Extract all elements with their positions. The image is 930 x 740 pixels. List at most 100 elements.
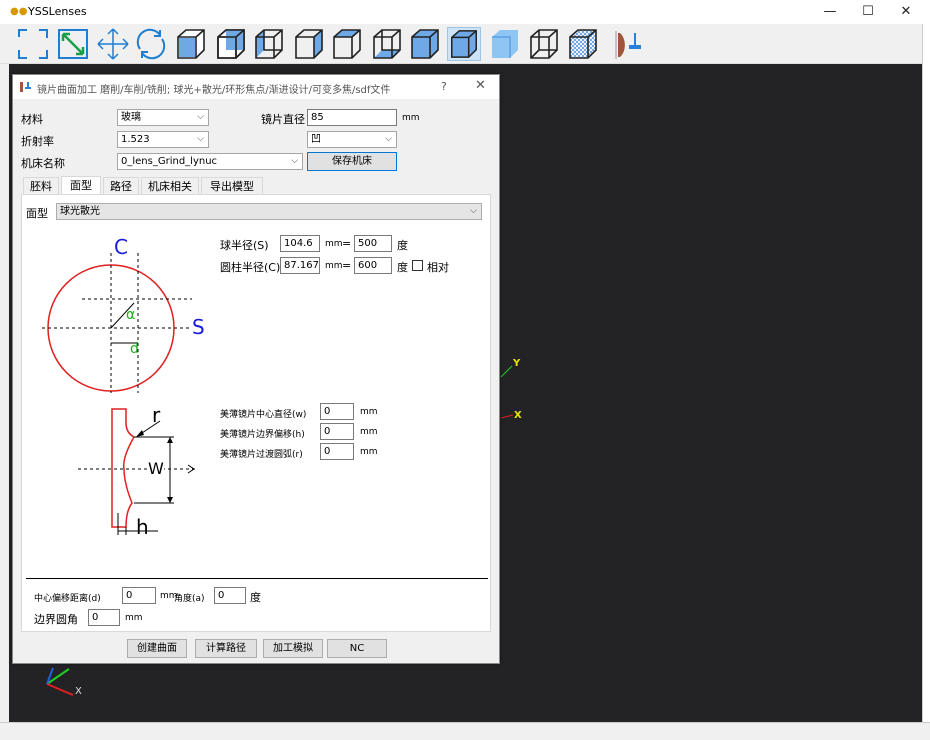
refractive-label: 折射率: [21, 135, 54, 148]
rotate-icon[interactable]: [134, 27, 168, 61]
surface-select[interactable]: 球光散光 ⌵: [56, 203, 482, 220]
thin-fillet-input[interactable]: 0: [320, 443, 354, 460]
edge-fillet-input[interactable]: 0: [88, 609, 120, 626]
tab-export[interactable]: 导出模型: [201, 177, 263, 195]
close-button[interactable]: ✕: [886, 2, 926, 22]
surface-label: 面型: [26, 207, 48, 220]
chevron-down-icon: ⌵: [197, 134, 204, 144]
zoom-fit-icon[interactable]: [56, 27, 90, 61]
thin-center-label: 美薄镜片中心直径(w): [220, 410, 307, 420]
diagram-w-label: W: [148, 459, 164, 478]
shaded-button[interactable]: [447, 27, 481, 61]
create-surface-button[interactable]: 创建曲面: [127, 639, 187, 658]
sphere-degree-input[interactable]: 500: [354, 235, 392, 252]
lens-tool-icon[interactable]: [612, 27, 646, 61]
nc-button[interactable]: NC: [327, 639, 387, 658]
center-offset-input[interactable]: 0: [122, 587, 156, 604]
tab-surface[interactable]: 面型: [61, 176, 101, 196]
sphere-unit: mm: [325, 239, 343, 249]
thin-offset-input[interactable]: 0: [320, 423, 354, 440]
machine-select[interactable]: 0_lens_Grind_lynuc ⌵: [117, 153, 303, 170]
cyl-eq: =: [342, 259, 352, 272]
sphere-degree-unit: 度: [397, 239, 408, 252]
shaded-icon: [451, 30, 477, 58]
tab-machine[interactable]: 机床相关: [141, 177, 199, 195]
material-label: 材料: [21, 113, 43, 126]
machine-label: 机床名称: [21, 157, 65, 170]
thin-center-input[interactable]: 0: [320, 403, 354, 420]
dialog-close-button[interactable]: ✕: [475, 78, 486, 93]
angle-label: 角度(a): [174, 594, 205, 604]
sphere-eq: =: [342, 237, 352, 250]
shape-select[interactable]: 凹 ⌵: [307, 131, 397, 148]
lens-diameter-label: 镜片直径: [261, 113, 305, 126]
minimize-button[interactable]: —: [810, 2, 850, 22]
select-box-icon[interactable]: [16, 27, 50, 61]
save-machine-button[interactable]: 保存机床: [307, 152, 397, 171]
chevron-down-icon: ⌵: [197, 112, 204, 122]
help-button[interactable]: ?: [441, 80, 447, 93]
tab-blank[interactable]: 胚料: [23, 177, 59, 195]
thin-center-unit: mm: [360, 407, 378, 417]
diagram-r-label: r: [152, 403, 161, 427]
dialog-titlebar: 镜片曲面加工 磨削/车削/铣削; 球光+散光/环形焦点/渐进设计/可变多焦/sd…: [13, 75, 499, 99]
refractive-select[interactable]: 1.523 ⌵: [117, 131, 209, 148]
view-top-icon[interactable]: [330, 27, 364, 61]
chevron-down-icon: ⌵: [385, 134, 392, 144]
cyl-unit: mm: [325, 261, 343, 271]
surface-panel: 面型 球光散光 ⌵ C S α d 球半径(S) 104.6 mm = 500 度…: [21, 194, 491, 632]
thin-fillet-label: 美薄镜片过渡圆弧(r): [220, 450, 303, 460]
thin-offset-unit: mm: [360, 427, 378, 437]
tab-path[interactable]: 路径: [103, 177, 139, 195]
divider: [26, 578, 488, 579]
surface-value: 球光散光: [60, 206, 100, 217]
thin-fillet-unit: mm: [360, 447, 378, 457]
lens-diameter-unit: mm: [402, 113, 420, 123]
wireframe-icon[interactable]: [527, 27, 561, 61]
material-select[interactable]: 玻璃 ⌵: [117, 109, 209, 126]
lens-tool-icon: [20, 82, 31, 92]
view-back-icon[interactable]: [214, 27, 248, 61]
app-title: YSSLenses: [28, 5, 87, 18]
axis-x-label: X: [514, 410, 522, 421]
refractive-value: 1.523: [121, 134, 150, 145]
material-value: 玻璃: [121, 112, 141, 123]
center-offset-label: 中心偏移距离(d): [34, 594, 101, 604]
angle-unit: 度: [250, 591, 261, 604]
shape-value: 凹: [311, 134, 321, 145]
right-panel-edge: [922, 24, 930, 724]
shaded-edges-icon[interactable]: [488, 27, 522, 61]
edge-fillet-label: 边界圆角: [34, 613, 78, 626]
compute-path-button[interactable]: 计算路径: [195, 639, 257, 658]
axis-y-label: Y: [513, 358, 521, 369]
diagram-h-label: h: [136, 515, 149, 539]
lens-surface-dialog: 镜片曲面加工 磨削/车削/铣削; 球光+散光/环形焦点/渐进设计/可变多焦/sd…: [12, 74, 500, 664]
simulate-button[interactable]: 加工模拟: [263, 639, 323, 658]
edge-fillet-unit: mm: [125, 613, 143, 623]
main-toolbar: [0, 24, 922, 64]
cyl-degree-input[interactable]: 600: [354, 257, 392, 274]
dialog-title: 镜片曲面加工 磨削/车削/铣削; 球光+散光/环形焦点/渐进设计/可变多焦/sd…: [37, 85, 391, 96]
cyl-degree-unit: 度: [397, 261, 408, 274]
sphere-radius-input[interactable]: 104.6: [280, 235, 320, 252]
lens-diameter-input[interactable]: 85: [307, 109, 397, 126]
thin-offset-label: 美薄镜片边界偏移(h): [220, 430, 305, 440]
diagram-d-label: d: [130, 341, 139, 357]
chevron-down-icon: ⌵: [291, 156, 298, 166]
view-iso-icon[interactable]: [408, 27, 442, 61]
view-front-icon[interactable]: [174, 27, 208, 61]
angle-input[interactable]: 0: [214, 587, 246, 604]
relative-checkbox[interactable]: [412, 260, 423, 271]
status-bar: [0, 722, 930, 740]
view-left-icon[interactable]: [252, 27, 286, 61]
view-bottom-icon[interactable]: [370, 27, 404, 61]
hidden-line-icon[interactable]: [566, 27, 600, 61]
view-right-icon[interactable]: [292, 27, 326, 61]
cyl-radius-input[interactable]: 87.167: [280, 257, 320, 274]
left-frame: [0, 64, 9, 722]
pan-icon[interactable]: [96, 27, 130, 61]
maximize-button[interactable]: ☐: [848, 2, 888, 22]
diagram-c-label: C: [114, 235, 128, 259]
diagram-s-label: S: [192, 315, 205, 339]
app-titlebar: ●● YSSLenses — ☐ ✕: [0, 0, 930, 24]
